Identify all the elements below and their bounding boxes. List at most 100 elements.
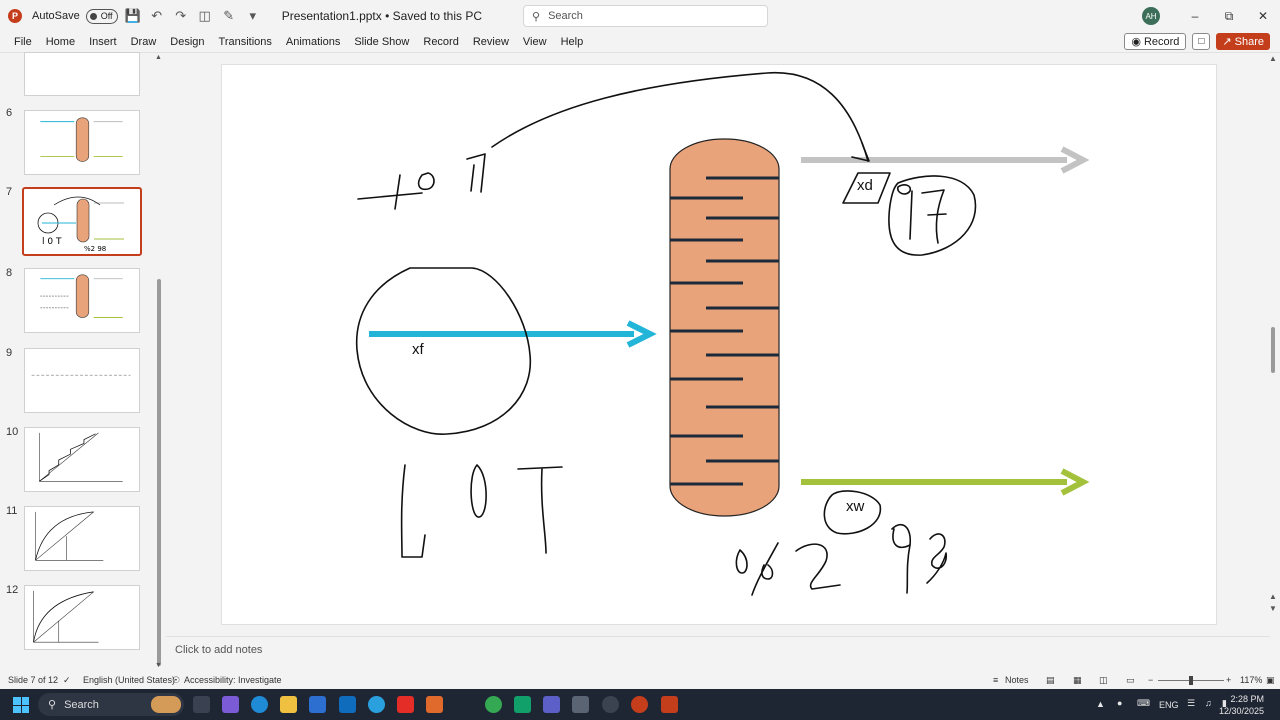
- distillation-column[interactable]: [669, 138, 780, 517]
- thumbnails-scrollbar[interactable]: ▲ ▼: [155, 54, 162, 672]
- slide-thumbnail-5[interactable]: [24, 52, 140, 96]
- teams-icon[interactable]: [543, 696, 560, 713]
- tab-slide-show[interactable]: Slide Show: [347, 36, 416, 48]
- edge-icon[interactable]: [251, 696, 268, 713]
- outlook-icon[interactable]: [339, 696, 356, 713]
- slide-thumbnail-6[interactable]: [24, 110, 140, 175]
- restore-icon[interactable]: ⧉: [1212, 0, 1246, 32]
- search-input[interactable]: ⚲ Search: [523, 5, 768, 27]
- wifi-icon[interactable]: ☰: [1187, 698, 1195, 709]
- tab-home[interactable]: Home: [39, 36, 82, 48]
- chrome-icon[interactable]: [485, 696, 502, 713]
- save-icon[interactable]: 💾: [124, 8, 142, 24]
- zoom-in-icon[interactable]: +: [1226, 675, 1231, 685]
- task-view-icon[interactable]: [193, 696, 210, 713]
- close-icon[interactable]: ✕: [1246, 0, 1280, 32]
- slide-thumbnails-pane: 6 7 l 0 T %2 98 8 9 10 11 12: [0, 52, 166, 674]
- notes-icon[interactable]: ≡: [993, 675, 998, 685]
- accessibility-status[interactable]: Accessibility: Investigate: [184, 675, 282, 685]
- scroll-up-icon[interactable]: ▲: [1269, 54, 1277, 63]
- app-icon[interactable]: [514, 696, 531, 713]
- redo-icon[interactable]: ↷: [172, 8, 190, 24]
- search-icon: ⚲: [532, 10, 541, 23]
- notes-button[interactable]: Notes: [1005, 675, 1029, 685]
- autosave-toggle[interactable]: Off: [85, 8, 118, 24]
- tab-help[interactable]: Help: [554, 36, 591, 48]
- store-icon[interactable]: [309, 696, 326, 713]
- file-explorer-icon[interactable]: [280, 696, 297, 713]
- share-button[interactable]: ↗ Share: [1216, 33, 1270, 50]
- previous-slide-icon[interactable]: ▲: [1269, 592, 1277, 601]
- present-icon[interactable]: ◫: [196, 8, 214, 24]
- fit-slide-icon[interactable]: ▣: [1266, 675, 1275, 686]
- accessibility-icon[interactable]: ☉: [172, 675, 180, 686]
- scrollbar-thumb[interactable]: [157, 279, 161, 666]
- telegram-icon[interactable]: [368, 696, 385, 713]
- tab-review[interactable]: Review: [466, 36, 516, 48]
- volume-icon[interactable]: ♫: [1205, 698, 1212, 708]
- taskbar-search-label: Search: [64, 698, 99, 711]
- record-button[interactable]: ◉ Record: [1124, 33, 1187, 50]
- distillate-label[interactable]: xd: [857, 177, 873, 194]
- tab-animations[interactable]: Animations: [279, 36, 347, 48]
- scroll-down-icon[interactable]: ▼: [155, 662, 162, 669]
- tab-view[interactable]: View: [516, 36, 554, 48]
- slide-scrollbar[interactable]: ▲ ▲ ▼: [1268, 54, 1278, 624]
- slide-sorter-icon[interactable]: ▦: [1073, 675, 1082, 686]
- slide-thumbnail-8[interactable]: [24, 268, 140, 333]
- tab-insert[interactable]: Insert: [82, 36, 124, 48]
- powerpoint-taskbar-icon[interactable]: [661, 696, 678, 713]
- app-icon[interactable]: [602, 696, 619, 713]
- normal-view-icon[interactable]: ▤: [1046, 675, 1055, 686]
- slideshow-view-icon[interactable]: ▭: [1126, 675, 1135, 686]
- notes-input[interactable]: Click to add notes: [175, 644, 262, 656]
- comments-icon[interactable]: □: [1192, 33, 1211, 50]
- clock-time: 2:28 PM: [1230, 694, 1264, 704]
- clock-date: 12/30/2025: [1218, 706, 1264, 716]
- slide-thumbnail-11[interactable]: [24, 506, 140, 571]
- recorder-icon[interactable]: [631, 696, 648, 713]
- tab-record[interactable]: Record: [416, 36, 465, 48]
- customize-toolbar-icon[interactable]: ▾: [244, 8, 262, 24]
- avatar[interactable]: AH: [1142, 7, 1160, 25]
- document-title[interactable]: Presentation1.pptx • Saved to this PC: [282, 9, 482, 23]
- youtube-icon[interactable]: [397, 696, 414, 713]
- copilot-icon[interactable]: [222, 696, 239, 713]
- slide-canvas[interactable]: xf xd xw: [221, 64, 1217, 625]
- undo-icon[interactable]: ↶: [148, 8, 166, 24]
- slide-thumbnail-7[interactable]: l 0 T %2 98: [22, 187, 142, 256]
- feed-label[interactable]: xf: [412, 341, 424, 358]
- scroll-up-icon[interactable]: ▲: [155, 54, 162, 61]
- tab-transitions[interactable]: Transitions: [212, 36, 279, 48]
- scrollbar-thumb[interactable]: [1271, 327, 1275, 373]
- slide-thumbnail-9[interactable]: [24, 348, 140, 413]
- tab-design[interactable]: Design: [163, 36, 211, 48]
- tab-file[interactable]: File: [7, 36, 39, 48]
- input-language[interactable]: ENG: [1159, 700, 1179, 710]
- format-painter-icon[interactable]: ✎: [220, 8, 238, 24]
- spellcheck-icon[interactable]: ✓: [63, 675, 71, 686]
- windows-start-icon[interactable]: [13, 697, 29, 713]
- microphone-icon[interactable]: ●: [1117, 698, 1122, 708]
- minimize-icon[interactable]: –: [1178, 0, 1212, 32]
- slide-thumbnail-12[interactable]: [24, 585, 140, 650]
- notes-divider: [166, 636, 1270, 637]
- clock[interactable]: 2:28 PM 12/30/2025: [1219, 693, 1264, 717]
- keyboard-icon[interactable]: ⌨: [1137, 698, 1150, 709]
- language-status[interactable]: English (United States): [83, 675, 175, 685]
- share-icon: ↗: [1222, 36, 1232, 48]
- zoom-slider-knob[interactable]: [1189, 676, 1193, 685]
- zoom-out-icon[interactable]: −: [1148, 675, 1153, 685]
- slide-number: 8: [6, 267, 13, 279]
- next-slide-icon[interactable]: ▼: [1269, 604, 1277, 613]
- zoom-level[interactable]: 117%: [1240, 675, 1262, 685]
- bottoms-label[interactable]: xw: [846, 498, 864, 515]
- snipping-tool-icon[interactable]: [572, 696, 589, 713]
- slide-thumbnail-10[interactable]: [24, 427, 140, 492]
- reading-view-icon[interactable]: ◫: [1099, 675, 1108, 686]
- status-bar: Slide 7 of 12 ✓ English (United States) …: [0, 673, 1280, 689]
- taskbar-search[interactable]: ⚲ Search: [38, 693, 184, 716]
- tray-overflow-icon[interactable]: ▲: [1096, 699, 1105, 709]
- tab-draw[interactable]: Draw: [124, 36, 164, 48]
- app-icon[interactable]: [426, 696, 443, 713]
